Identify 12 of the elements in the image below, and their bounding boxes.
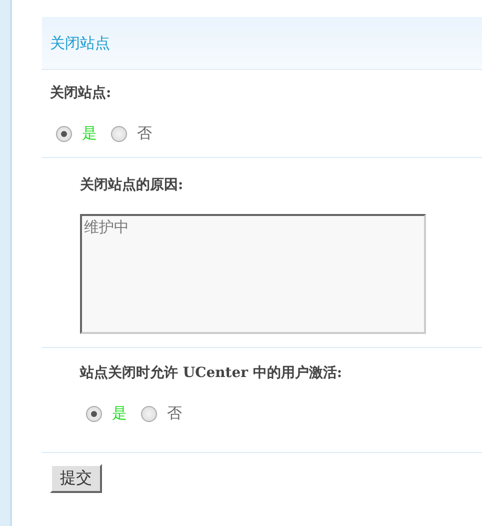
setting-label: 关闭站点: (50, 84, 112, 102)
section-title: 关闭站点 (50, 34, 110, 52)
setting-label: 关闭站点的原因: (80, 176, 184, 194)
setting-label: 站点关闭时允许 UCenter 中的用户激活: (80, 364, 344, 382)
radio-label[interactable]: 否 (167, 404, 182, 423)
radio-button[interactable] (56, 126, 72, 142)
reason-textarea[interactable]: 维护中 (80, 214, 426, 334)
radio-button[interactable] (86, 406, 102, 422)
radio-button[interactable] (141, 406, 157, 422)
radio-label[interactable]: 否 (137, 124, 152, 143)
submit-button[interactable]: 提交 (50, 464, 102, 493)
radio-button[interactable] (111, 126, 127, 142)
